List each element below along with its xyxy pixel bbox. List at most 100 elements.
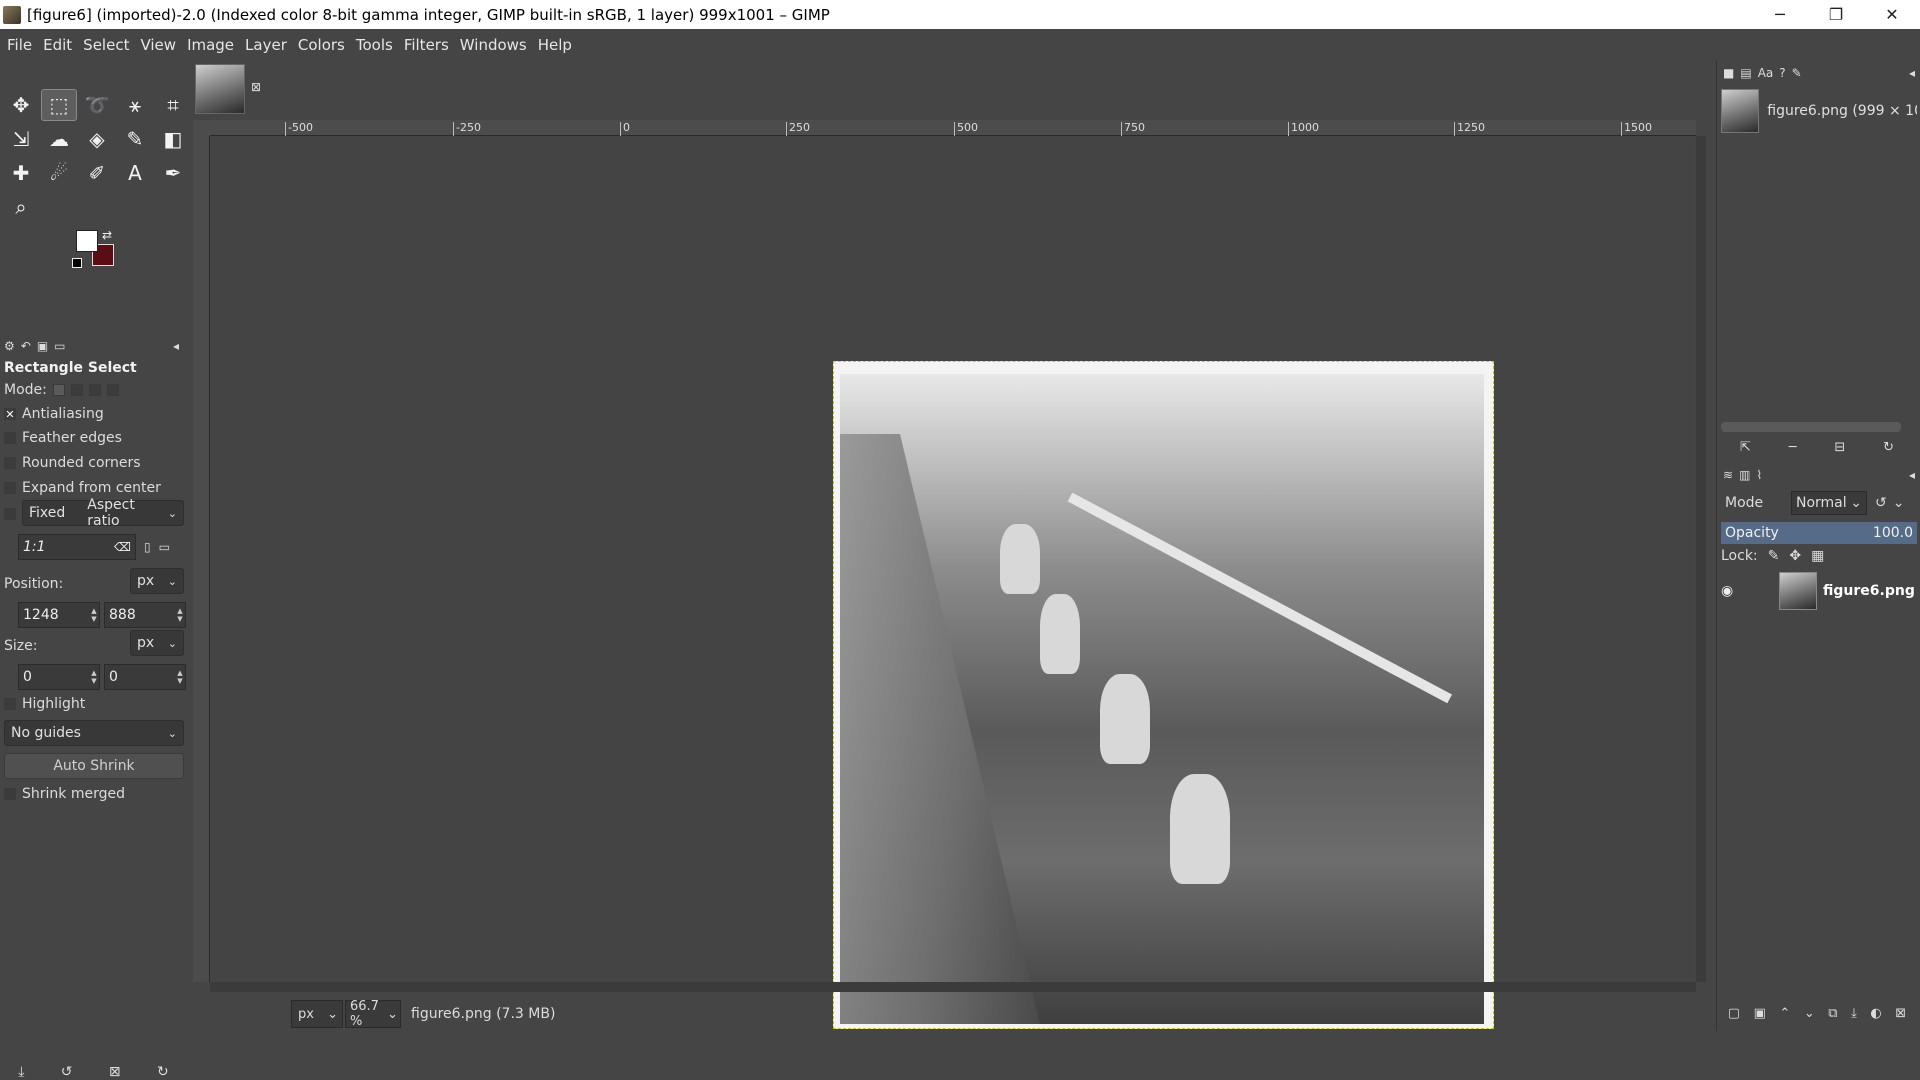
size-w-input[interactable]: 0 ▲ ▼: [18, 664, 100, 690]
reset-options-icon[interactable]: ↻: [157, 1064, 169, 1080]
merge-layer-icon[interactable]: ⤓: [1851, 1006, 1857, 1021]
menu-image[interactable]: Image: [184, 36, 242, 54]
position-unit-combo[interactable]: px ⌄: [130, 568, 184, 594]
default-colors-icon[interactable]: [72, 258, 82, 268]
antialiasing-checkbox[interactable]: ✕: [4, 408, 16, 421]
feather-edges-checkbox[interactable]: [4, 432, 16, 444]
unified-transform-tool-icon[interactable]: ⇲: [4, 124, 38, 154]
crop-tool-icon[interactable]: ⌗: [156, 90, 190, 120]
image-canvas[interactable]: [833, 361, 1494, 1029]
mode-add-icon[interactable]: [70, 384, 83, 396]
size-unit-combo[interactable]: px ⌄: [130, 630, 184, 656]
ruler-corner[interactable]: [193, 120, 210, 136]
chevron-down-icon[interactable]: ⌄: [1893, 495, 1905, 511]
vertical-ruler[interactable]: [193, 136, 210, 982]
auto-shrink-button[interactable]: Auto Shrink: [4, 753, 184, 779]
highlight-row[interactable]: Highlight: [4, 696, 85, 712]
lock-position-icon[interactable]: ✥: [1789, 548, 1801, 564]
configure-tab-icon[interactable]: ◂: [1909, 468, 1915, 482]
heal-tool-icon[interactable]: ✚: [4, 158, 38, 188]
layer-mode-combo[interactable]: Normal ⌄: [1791, 491, 1867, 515]
menu-file[interactable]: File: [4, 36, 40, 54]
menu-windows[interactable]: Windows: [457, 36, 535, 54]
channels-tab-icon[interactable]: ▥: [1739, 468, 1750, 482]
delete-layer-icon[interactable]: ⊠: [1895, 1006, 1906, 1021]
reset-mode-icon[interactable]: ↺: [1875, 495, 1887, 511]
open-image-icon[interactable]: ⇱: [1740, 440, 1751, 455]
mode-replace-icon[interactable]: [52, 384, 65, 396]
images-tab-icon[interactable]: ▭: [54, 339, 65, 353]
menu-view[interactable]: View: [137, 36, 184, 54]
guides-combo[interactable]: No guides ⌄: [4, 720, 184, 746]
size-h-input[interactable]: 0 ▲ ▼: [104, 664, 186, 690]
lock-alpha-icon[interactable]: ▦: [1811, 548, 1824, 564]
undo-history-tab-icon[interactable]: ↶: [21, 339, 31, 353]
layer-row[interactable]: ◉ figure6.png: [1721, 568, 1917, 614]
zoom-combo[interactable]: 66.7 % ⌄: [345, 999, 401, 1029]
position-y-input[interactable]: 888 ▲ ▼: [104, 602, 186, 628]
close-tab-icon[interactable]: ⊠: [251, 80, 261, 94]
bucket-fill-tool-icon[interactable]: ◈: [80, 124, 114, 154]
fixed-combo[interactable]: Fixed Aspect ratio ⌄: [22, 497, 184, 529]
ratio-input[interactable]: 1:1 ⌫: [18, 534, 136, 560]
delete-options-icon[interactable]: ⊠: [109, 1064, 121, 1080]
shrink-merged-checkbox[interactable]: [4, 788, 16, 800]
save-options-icon[interactable]: ⤓: [18, 1064, 24, 1080]
horizontal-ruler[interactable]: -500 -250 0 250 500 750 1000 1250 1500: [210, 120, 1696, 136]
antialiasing-row[interactable]: ✕ Antialiasing: [4, 406, 104, 422]
spin-arrows-icon[interactable]: ▲ ▼: [175, 607, 185, 623]
foreground-color-swatch[interactable]: [76, 230, 98, 252]
images-scrollbar[interactable]: [1721, 422, 1901, 432]
layers-tab-icon[interactable]: ≋: [1723, 468, 1733, 482]
highlight-checkbox[interactable]: [4, 698, 16, 710]
brushes-tab-icon[interactable]: ■: [1723, 66, 1734, 80]
fuzzy-select-tool-icon[interactable]: ⚹: [118, 90, 152, 120]
menu-edit[interactable]: Edit: [40, 36, 80, 54]
visibility-eye-icon[interactable]: ◉: [1721, 583, 1741, 599]
paths-tool-icon[interactable]: ✐: [80, 158, 114, 188]
smudge-tool-icon[interactable]: ☄: [42, 158, 76, 188]
restore-options-icon[interactable]: ↺: [61, 1064, 73, 1080]
warp-tool-icon[interactable]: ☁: [42, 124, 76, 154]
new-layer-group-icon[interactable]: ▣: [1754, 1006, 1766, 1021]
eraser-tool-icon[interactable]: ◧: [156, 124, 190, 154]
paintbrush-tool-icon[interactable]: ✎: [118, 124, 152, 154]
opacity-slider[interactable]: Opacity 100.0: [1721, 522, 1917, 544]
menu-colors[interactable]: Colors: [295, 36, 353, 54]
fonts-tab-icon[interactable]: Aa: [1758, 66, 1774, 80]
images-list-item[interactable]: figure6.png (999 × 1001: [1721, 88, 1917, 134]
rounded-corners-row[interactable]: Rounded corners: [4, 455, 141, 471]
delete-image-icon[interactable]: ⊟: [1834, 440, 1845, 455]
new-layer-icon[interactable]: ▢: [1728, 1006, 1740, 1021]
lasso-tool-icon[interactable]: ➰: [80, 90, 114, 120]
spin-arrows-icon[interactable]: ▲ ▼: [89, 607, 99, 623]
fixed-checkbox[interactable]: [4, 508, 16, 520]
portrait-icon[interactable]: ▯: [144, 540, 151, 554]
raise-layer-icon[interactable]: ⌃: [1779, 1006, 1790, 1021]
swap-colors-icon[interactable]: ⇄: [102, 228, 112, 242]
text-tool-icon[interactable]: A: [118, 158, 152, 188]
paint-tab-icon[interactable]: ✎: [1792, 66, 1802, 80]
mode-subtract-icon[interactable]: [88, 384, 101, 396]
mode-intersect-icon[interactable]: [106, 384, 119, 396]
shrink-merged-row[interactable]: Shrink merged: [4, 786, 125, 802]
refresh-image-icon[interactable]: ↻: [1883, 440, 1894, 455]
spin-arrows-icon[interactable]: ▲ ▼: [89, 669, 99, 685]
minimize-button[interactable]: ─: [1752, 0, 1808, 29]
clear-icon[interactable]: ⌫: [114, 540, 131, 554]
device-status-tab-icon[interactable]: ▣: [37, 339, 48, 353]
spin-arrows-icon[interactable]: ▲ ▼: [175, 669, 185, 685]
feather-edges-row[interactable]: Feather edges: [4, 430, 122, 446]
tool-options-tab-icon[interactable]: ⚙: [4, 339, 15, 353]
rounded-corners-checkbox[interactable]: [4, 457, 16, 469]
move-tool-icon[interactable]: ✥: [4, 90, 38, 120]
horizontal-scrollbar[interactable]: [210, 982, 1696, 992]
vertical-scrollbar[interactable]: [1696, 136, 1706, 982]
mask-layer-icon[interactable]: ◐: [1870, 1006, 1881, 1021]
patterns-tab-icon[interactable]: ▤: [1740, 66, 1751, 80]
expand-from-center-row[interactable]: Expand from center: [4, 480, 161, 496]
canvas-area[interactable]: [210, 137, 1693, 1029]
menu-filters[interactable]: Filters: [401, 36, 457, 54]
position-x-input[interactable]: 1248 ▲ ▼: [18, 602, 100, 628]
expand-from-center-checkbox[interactable]: [4, 482, 16, 494]
